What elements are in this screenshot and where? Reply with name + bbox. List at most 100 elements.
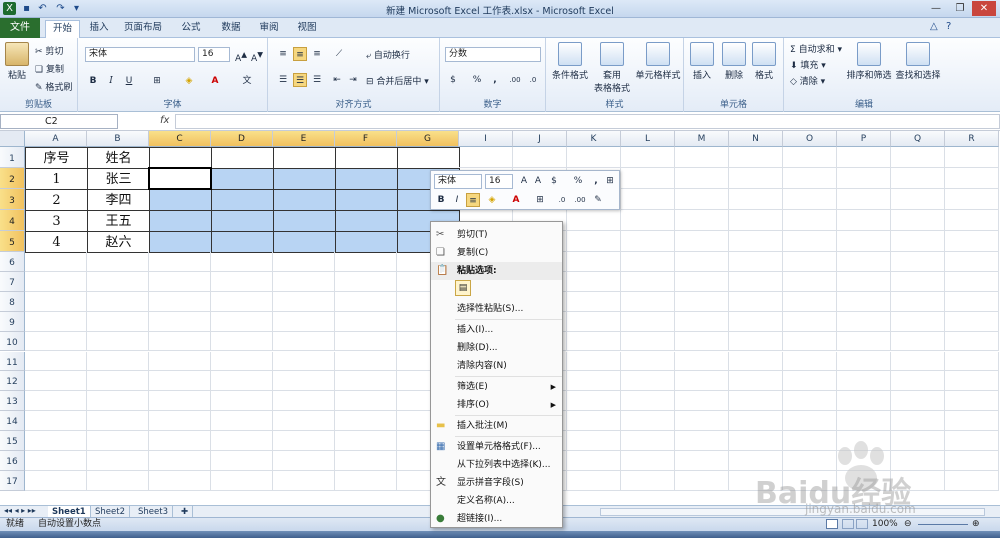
cell-a3[interactable]: 2 bbox=[25, 189, 88, 211]
cell-e17[interactable] bbox=[273, 470, 335, 491]
cell-e2[interactable] bbox=[273, 168, 336, 190]
cell-f16[interactable] bbox=[335, 451, 397, 471]
cell-o9[interactable] bbox=[783, 311, 837, 332]
cell-p8[interactable] bbox=[837, 291, 891, 312]
cell-m4[interactable] bbox=[675, 210, 729, 231]
fill-button[interactable]: ⬇ 填充 ▾ bbox=[790, 58, 826, 71]
cell-m5[interactable] bbox=[675, 231, 729, 252]
cell-f6[interactable] bbox=[335, 252, 397, 272]
tab-formulas[interactable]: 公式 bbox=[176, 20, 206, 38]
cell-p3[interactable] bbox=[837, 189, 891, 210]
cell-l17[interactable] bbox=[621, 470, 675, 491]
column-header-a[interactable]: A bbox=[25, 131, 87, 147]
cell-f12[interactable] bbox=[335, 371, 397, 392]
cell-k10[interactable] bbox=[567, 331, 621, 352]
column-header-n[interactable]: N bbox=[729, 131, 783, 147]
grow-font-icon[interactable]: A bbox=[517, 174, 531, 188]
font-color-icon[interactable]: A bbox=[208, 74, 222, 88]
cell-a10[interactable] bbox=[25, 331, 87, 352]
cell-q13[interactable] bbox=[891, 391, 945, 412]
cell-l1[interactable] bbox=[621, 147, 675, 168]
cell-r2[interactable] bbox=[945, 168, 999, 189]
mini-format-painter-icon[interactable]: ✎ bbox=[591, 193, 605, 207]
cell-m9[interactable] bbox=[675, 311, 729, 332]
close-button[interactable]: ✕ bbox=[972, 1, 996, 16]
column-header-i[interactable]: I bbox=[459, 131, 513, 147]
menu-item-8[interactable]: 清除内容(N) bbox=[431, 357, 562, 375]
cell-l10[interactable] bbox=[621, 331, 675, 352]
cell-c8[interactable] bbox=[149, 291, 211, 312]
comma-button[interactable]: , bbox=[488, 73, 502, 87]
cell-k9[interactable] bbox=[567, 311, 621, 332]
mini-increase-decimal-icon[interactable]: .0 bbox=[555, 193, 569, 207]
cell-p9[interactable] bbox=[837, 311, 891, 332]
row-header-2[interactable]: 2 bbox=[0, 168, 25, 189]
cell-c17[interactable] bbox=[149, 470, 211, 491]
cell-f3[interactable] bbox=[335, 189, 398, 211]
cell-l13[interactable] bbox=[621, 391, 675, 412]
column-header-j[interactable]: J bbox=[513, 131, 567, 147]
cell-d3[interactable] bbox=[211, 189, 274, 211]
cell-n9[interactable] bbox=[729, 311, 783, 332]
row-header-16[interactable]: 16 bbox=[0, 451, 25, 471]
cell-a6[interactable] bbox=[25, 252, 87, 272]
mini-comma-button[interactable]: , bbox=[589, 174, 603, 188]
cell-l12[interactable] bbox=[621, 371, 675, 392]
fill-color-icon[interactable]: ◈ bbox=[182, 74, 196, 88]
cell-p7[interactable] bbox=[837, 271, 891, 292]
cell-k11[interactable] bbox=[567, 351, 621, 372]
cell-d1[interactable] bbox=[211, 147, 274, 169]
cell-k1[interactable] bbox=[567, 147, 621, 168]
menu-item-9[interactable]: 筛选(E) ▶ bbox=[431, 378, 562, 396]
cell-d13[interactable] bbox=[211, 391, 273, 412]
cell-a9[interactable] bbox=[25, 311, 87, 332]
cell-m2[interactable] bbox=[675, 168, 729, 189]
cell-b7[interactable] bbox=[87, 271, 149, 292]
delete-cells-button[interactable]: 删除 bbox=[720, 42, 748, 81]
cell-b2[interactable]: 张三 bbox=[87, 168, 150, 190]
cell-a5[interactable]: 4 bbox=[25, 231, 88, 253]
cell-n8[interactable] bbox=[729, 291, 783, 312]
cell-b5[interactable]: 赵六 bbox=[87, 231, 150, 253]
cell-n2[interactable] bbox=[729, 168, 783, 189]
cell-o13[interactable] bbox=[783, 391, 837, 412]
name-box[interactable]: C2 bbox=[0, 114, 118, 129]
menu-item-11[interactable]: ▬ 插入批注(M) bbox=[431, 417, 562, 435]
cell-f8[interactable] bbox=[335, 291, 397, 312]
cell-q9[interactable] bbox=[891, 311, 945, 332]
cell-k17[interactable] bbox=[567, 470, 621, 491]
cell-f17[interactable] bbox=[335, 470, 397, 491]
paste-option-icon[interactable]: ▤ bbox=[455, 280, 471, 296]
cell-r5[interactable] bbox=[945, 231, 999, 252]
maximize-button[interactable]: ❐ bbox=[948, 1, 972, 16]
cell-a7[interactable] bbox=[25, 271, 87, 292]
zoom-out-icon[interactable]: ⊖ bbox=[904, 518, 912, 531]
cell-q3[interactable] bbox=[891, 189, 945, 210]
wrap-text-button[interactable]: ⤶ 自动换行 bbox=[366, 48, 410, 61]
cell-e13[interactable] bbox=[273, 391, 335, 412]
cell-l6[interactable] bbox=[621, 252, 675, 272]
cell-a8[interactable] bbox=[25, 291, 87, 312]
mini-border-icon[interactable]: ⊞ bbox=[533, 193, 547, 207]
menu-item-12[interactable]: ▦ 设置单元格格式(F)... bbox=[431, 438, 562, 456]
column-header-b[interactable]: B bbox=[87, 131, 149, 147]
cell-n1[interactable] bbox=[729, 147, 783, 168]
cell-c4[interactable] bbox=[149, 210, 212, 232]
cell-a11[interactable] bbox=[25, 351, 87, 372]
cell-d6[interactable] bbox=[211, 252, 273, 272]
column-header-m[interactable]: M bbox=[675, 131, 729, 147]
cell-m16[interactable] bbox=[675, 451, 729, 471]
zoom-in-icon[interactable]: ⊕ bbox=[972, 518, 980, 531]
cell-f15[interactable] bbox=[335, 431, 397, 451]
cell-o11[interactable] bbox=[783, 351, 837, 372]
cell-b12[interactable] bbox=[87, 371, 149, 392]
menu-item-7[interactable]: 删除(D)... bbox=[431, 339, 562, 357]
cell-r11[interactable] bbox=[945, 351, 999, 372]
cell-m3[interactable] bbox=[675, 189, 729, 210]
mini-percent-button[interactable]: % bbox=[571, 174, 585, 188]
cell-g1[interactable] bbox=[397, 147, 460, 169]
cell-m17[interactable] bbox=[675, 470, 729, 491]
row-header-11[interactable]: 11 bbox=[0, 351, 25, 372]
format-painter-button[interactable]: ✎ 格式刷 bbox=[35, 80, 72, 93]
cell-p13[interactable] bbox=[837, 391, 891, 412]
